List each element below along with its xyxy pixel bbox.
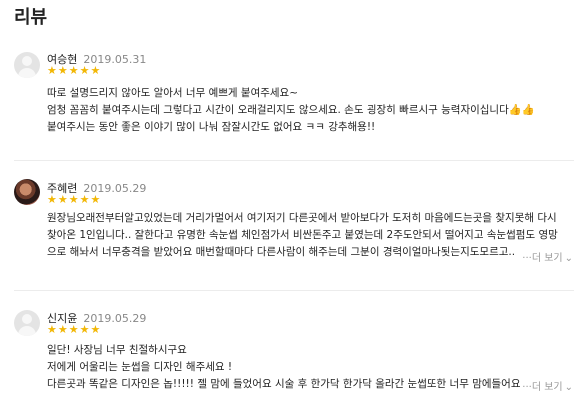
review-line: 저에게 어울리는 눈썹을 디자인 해주세요 ! [47,361,233,373]
review-line: 따로 설명드리지 않아도 알아서 너무 예쁘게 붙여주세요~ [47,87,299,99]
review-text: 일단! 사장님 너무 친절하시구요 저에게 어울리는 눈썹을 디자인 해주세요 … [47,342,575,393]
review-divider [14,160,574,161]
more-label[interactable]: ···더 보기 [522,253,562,264]
review-page: 리뷰 여승현 2019.05.31 ★★★★★ 따로 설명드리지 않아도 알아서 … [0,0,581,416]
review-line: 으로 해놔서 너무충격을 받았어요 매번할때마다 다른사람이 해주는데 그분이 … [47,246,516,258]
review-line: 일단! 사장님 너무 친절하시구요 [47,344,187,356]
review-divider [14,290,574,291]
review-line: 다른곳과 똑같은 디자인은 놉!!!!! 젤 맘에 들었어요 시술 후 한가닥 … [47,378,521,390]
avatar-icon[interactable] [14,52,40,78]
avatar-icon[interactable] [14,310,40,336]
more-label[interactable]: ···더 보기 [522,382,562,393]
review-text: 원장님오래전부터알고있었는데 거리가멀어서 여기저기 다른곳에서 받아보다가 도… [47,210,575,261]
review-line: 원장님오래전부터알고있었는데 거리가멀어서 여기저기 다른곳에서 받아보다가 도… [47,212,557,224]
more-link[interactable]: ···더 보기 ⌄ [522,249,573,264]
star-rating: ★★★★★ [47,64,102,77]
review-line: 붙여주시는 동안 좋은 이야기 많이 나눠 잠잘시간도 없어요 ㅋㅋ 강추해용!… [47,121,376,133]
star-rating: ★★★★★ [47,323,102,336]
review-line: 엄청 꼼꼼히 붙여주시는데 그렇다고 시간이 오래걸리지도 않으세요. 손도 굉… [47,104,535,116]
more-link[interactable]: ···더 보기 ⌄ [522,378,573,393]
review-line: 찾아온 1인입니다.. 잘한다고 유명한 속눈썹 체인점가서 비싼돈주고 붙였는… [47,229,558,241]
review-text: 따로 설명드리지 않아도 알아서 너무 예쁘게 붙여주세요~ 엄청 꼼꼼히 붙여… [47,85,575,136]
chevron-down-icon[interactable]: ⌄ [565,382,573,393]
chevron-down-icon[interactable]: ⌄ [565,253,573,264]
section-title: 리뷰 [14,7,48,28]
star-rating: ★★★★★ [47,193,102,206]
avatar-icon[interactable] [14,179,40,205]
